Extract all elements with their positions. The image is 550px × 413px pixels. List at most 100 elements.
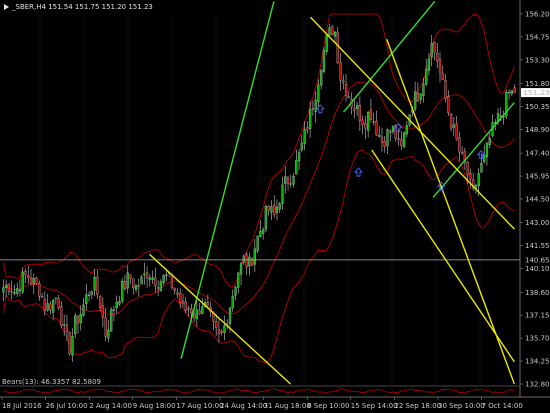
candle-body bbox=[422, 83, 425, 96]
candle-body bbox=[57, 298, 60, 308]
candle-body bbox=[179, 293, 182, 304]
candle[interactable] bbox=[264, 204, 268, 233]
candle-body bbox=[192, 314, 196, 318]
price-tick-label: 143.00 bbox=[525, 219, 550, 227]
candle[interactable] bbox=[110, 307, 113, 332]
candle-body bbox=[378, 135, 381, 137]
candle-body bbox=[148, 277, 151, 281]
candle-body bbox=[68, 332, 71, 354]
candle-body bbox=[38, 283, 41, 297]
candle-body bbox=[425, 69, 428, 85]
candle-body bbox=[513, 87, 516, 93]
candle-body bbox=[320, 70, 323, 86]
candle-body bbox=[110, 309, 113, 332]
time-tick-label: 26 Jul 10:00 bbox=[46, 402, 88, 410]
candle-body bbox=[455, 123, 458, 140]
candle-body bbox=[499, 115, 502, 117]
candle-body bbox=[223, 325, 226, 333]
candle-body bbox=[295, 159, 298, 175]
candle-body bbox=[477, 173, 480, 187]
candle-body bbox=[369, 109, 373, 120]
candle-body bbox=[162, 274, 165, 283]
candle-body bbox=[480, 163, 483, 173]
time-tick-label: 18 Jul 2016 bbox=[2, 402, 42, 410]
candle-body bbox=[273, 205, 276, 215]
candle-body bbox=[140, 276, 143, 285]
candle[interactable] bbox=[505, 89, 508, 119]
candle-body bbox=[353, 108, 356, 111]
candle-body bbox=[231, 295, 234, 309]
candle-body bbox=[176, 292, 179, 296]
candle-body bbox=[297, 152, 301, 162]
current-price-label: 151.23 bbox=[523, 89, 550, 97]
candle-body bbox=[391, 125, 395, 132]
candle-body bbox=[54, 297, 58, 299]
candle-body bbox=[60, 306, 63, 326]
candle-body bbox=[10, 291, 13, 293]
candle-body bbox=[264, 205, 268, 230]
candle[interactable] bbox=[402, 131, 406, 149]
candle-body bbox=[190, 308, 193, 314]
time-tick-label: 15 Sep 14:00 bbox=[351, 402, 398, 410]
candle-body bbox=[386, 129, 389, 147]
chart-window[interactable]: 156.20 154.75 153.30 151.80 150.35 148.90 147.… bbox=[0, 0, 550, 413]
candle-body bbox=[311, 108, 315, 110]
candle-body bbox=[289, 183, 292, 185]
candle-body bbox=[267, 206, 270, 211]
candle-body bbox=[85, 294, 88, 304]
candle-body bbox=[107, 329, 110, 339]
candle-body bbox=[270, 206, 273, 213]
candle-body bbox=[317, 84, 320, 102]
candle-body bbox=[35, 277, 38, 284]
candle-body bbox=[115, 302, 118, 309]
candle-body bbox=[262, 229, 265, 234]
candle-body bbox=[104, 317, 107, 337]
candle-body bbox=[256, 235, 259, 252]
candle-body bbox=[101, 305, 104, 318]
candle-body bbox=[228, 308, 232, 324]
candle-body bbox=[195, 309, 198, 320]
candle-body bbox=[46, 303, 49, 311]
candle-body bbox=[372, 121, 375, 123]
candle-body bbox=[217, 329, 221, 335]
candle-body bbox=[344, 83, 348, 96]
candle[interactable] bbox=[68, 331, 71, 356]
candle-body bbox=[132, 278, 135, 288]
candle-body bbox=[32, 278, 35, 285]
price-tick-label: 156.20 bbox=[525, 11, 550, 19]
candle[interactable] bbox=[74, 312, 77, 338]
candle-body bbox=[419, 93, 422, 100]
candle-body bbox=[485, 142, 489, 158]
candle[interactable] bbox=[121, 277, 124, 304]
candle-body bbox=[510, 90, 513, 94]
candle-body bbox=[309, 109, 312, 129]
candle-body bbox=[367, 112, 370, 131]
candle-body bbox=[76, 316, 80, 324]
candle-body bbox=[126, 272, 129, 289]
candle-body bbox=[441, 73, 444, 80]
candle-body bbox=[507, 91, 511, 94]
candle-body bbox=[483, 155, 486, 162]
candle-body bbox=[154, 278, 157, 287]
candle-body bbox=[13, 291, 16, 294]
candle[interactable] bbox=[256, 235, 259, 253]
price-tick-label: 148.90 bbox=[525, 126, 550, 134]
time-tick-label: 7 Oct 14:00 bbox=[482, 402, 523, 410]
candle-body bbox=[339, 62, 342, 81]
candle-body bbox=[134, 285, 138, 290]
candle-body bbox=[303, 128, 306, 144]
time-tick-label: 9 Aug 18:00 bbox=[133, 402, 176, 410]
candle-body bbox=[427, 58, 431, 71]
candle-body bbox=[198, 310, 201, 314]
candle-body bbox=[275, 206, 279, 213]
candle-body bbox=[2, 287, 5, 293]
candle[interactable] bbox=[325, 33, 328, 55]
candle[interactable] bbox=[322, 47, 326, 74]
candle-body bbox=[336, 32, 339, 64]
candle-body bbox=[284, 176, 287, 184]
price-chart[interactable]: 156.20 154.75 153.30 151.80 150.35 148.90 147.… bbox=[0, 0, 550, 413]
candle-body bbox=[24, 271, 27, 276]
candle-body bbox=[286, 177, 290, 184]
candle-body bbox=[447, 96, 450, 113]
candle-body bbox=[21, 271, 24, 293]
